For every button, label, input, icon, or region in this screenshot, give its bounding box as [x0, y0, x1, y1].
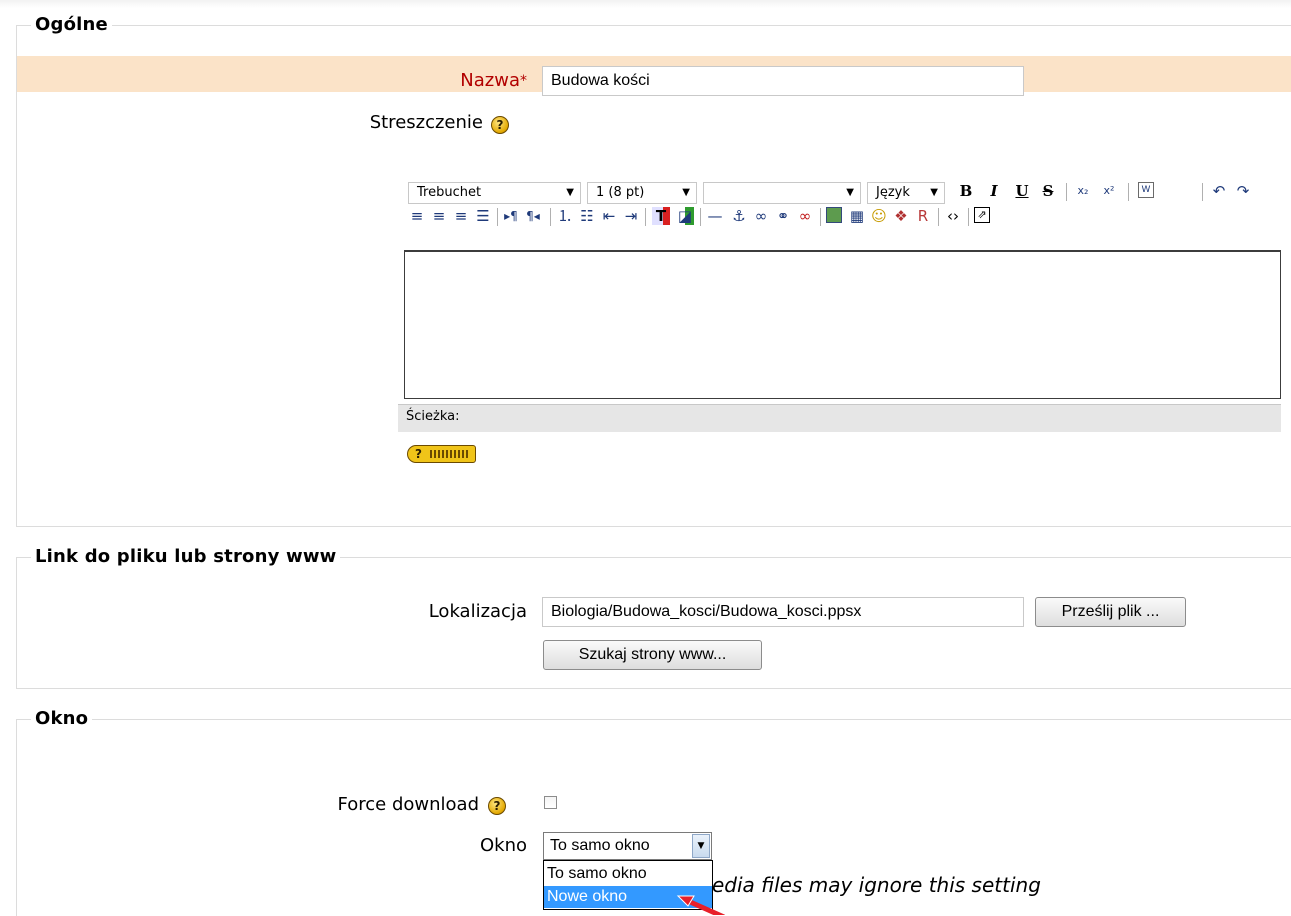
force-download-checkbox[interactable]	[544, 796, 557, 809]
top-shadow	[0, 0, 1291, 8]
window-note-text: edia files may ignore this setting	[712, 873, 1041, 897]
upload-file-button[interactable]: Prześlij plik ...	[1035, 597, 1186, 627]
chevron-down-icon: ▼	[846, 187, 854, 198]
link-legend: Link do pliku lub strony www	[31, 547, 341, 567]
ordered-list-icon[interactable]: ⒈	[556, 207, 574, 225]
table-icon[interactable]: ▦	[848, 207, 866, 225]
question-icon: ?	[415, 447, 422, 461]
keyboard-help-button[interactable]: ?	[407, 445, 476, 463]
summary-help-icon[interactable]: ?	[491, 116, 509, 134]
paste-word-icon[interactable]: W	[1138, 182, 1154, 198]
align-left-icon[interactable]: ≡	[408, 207, 426, 225]
align-center-icon[interactable]: ≡	[430, 207, 448, 225]
force-download-help-icon[interactable]: ?	[488, 797, 506, 815]
location-label: Lokalizacja	[428, 601, 527, 622]
force-download-label: Force download	[337, 794, 479, 815]
path-label: Ścieżka:	[406, 409, 460, 424]
search-web-button[interactable]: Szukaj strony www...	[543, 640, 762, 670]
search-replace-icon[interactable]: R	[914, 207, 932, 225]
chevron-down-icon: ▼	[566, 187, 574, 198]
unlink-icon[interactable]: ⚭	[774, 207, 792, 225]
window-label: Okno	[479, 835, 527, 856]
unordered-list-icon[interactable]: ☷	[578, 207, 596, 225]
location-input[interactable]: Biologia/Budowa_kosci/Budowa_kosci.ppsx	[542, 597, 1024, 627]
toolbar-separator	[497, 208, 498, 226]
anchor-icon[interactable]: ⚓	[730, 207, 748, 225]
redo-icon[interactable]: ↷	[1234, 182, 1252, 200]
summary-label: Streszczenie	[369, 112, 483, 133]
bold-button[interactable]: B	[956, 180, 976, 202]
toolbar-separator	[820, 208, 821, 226]
justify-icon[interactable]: ☰	[474, 207, 492, 225]
image-icon[interactable]	[826, 207, 842, 223]
language-select[interactable]: Język ▼	[867, 182, 945, 204]
option-same-window[interactable]: To samo okno	[544, 863, 712, 885]
html-source-icon[interactable]: ‹›	[944, 207, 962, 225]
indent-icon[interactable]: ⇥	[622, 207, 640, 225]
cursor-arrow-icon	[676, 893, 726, 915]
insert-char-icon[interactable]: ❖	[892, 207, 910, 225]
name-input[interactable]: Budowa kości	[542, 66, 1024, 96]
keyboard-icon	[430, 450, 470, 458]
toolbar-separator	[645, 208, 646, 226]
chevron-down-icon[interactable]: ▼	[692, 834, 710, 858]
ltr-icon[interactable]: ▸¶	[502, 207, 520, 225]
outdent-icon[interactable]: ⇤	[600, 207, 618, 225]
background-color-icon[interactable]: ◪	[676, 207, 694, 225]
link-icon[interactable]: ∞	[752, 207, 770, 225]
language-value: Język	[876, 185, 910, 200]
font-family-value: Trebuchet	[417, 185, 482, 200]
horizontal-rule-icon[interactable]: —	[706, 207, 724, 225]
underline-button[interactable]: U	[1012, 180, 1032, 202]
required-asterisk: *	[520, 73, 527, 89]
window-note: edia files may ignore this setting	[712, 872, 1041, 898]
name-label-text: Nazwa	[460, 70, 520, 91]
toolbar-separator	[700, 208, 701, 226]
editor-textarea[interactable]	[404, 250, 1281, 399]
font-size-value: 1 (8 pt)	[596, 185, 645, 200]
nolink-icon[interactable]: ∞	[796, 207, 814, 225]
undo-icon[interactable]: ↶	[1210, 182, 1228, 200]
rtl-icon[interactable]: ¶◂	[524, 207, 542, 225]
font-size-select[interactable]: 1 (8 pt) ▼	[587, 182, 697, 204]
subscript-icon[interactable]: x₂	[1074, 182, 1092, 200]
general-legend: Ogólne	[31, 15, 112, 35]
toolbar-separator	[968, 208, 969, 226]
strikethrough-button[interactable]: S	[1038, 180, 1058, 202]
window-select[interactable]: To samo okno ▼	[543, 832, 712, 860]
editor-status-bar: Ścieżka:	[398, 404, 1281, 432]
font-family-select[interactable]: Trebuchet ▼	[408, 182, 581, 204]
window-select-value: To samo okno	[550, 837, 650, 854]
fullscreen-icon[interactable]: ⇗	[974, 207, 990, 223]
window-legend: Okno	[31, 709, 93, 729]
smiley-icon[interactable]: ☺	[870, 207, 888, 225]
toolbar-separator	[1066, 183, 1067, 201]
toolbar-separator	[550, 208, 551, 226]
chevron-down-icon: ▼	[930, 187, 938, 198]
italic-button[interactable]: I	[984, 180, 1004, 202]
text-color-icon[interactable]: T	[652, 207, 670, 225]
superscript-icon[interactable]: x²	[1100, 182, 1118, 200]
toolbar-separator	[1202, 183, 1203, 201]
style-select[interactable]: ▼	[703, 182, 861, 204]
toolbar-separator	[1128, 183, 1129, 201]
name-label: Nazwa*	[300, 70, 527, 92]
toolbar-separator	[938, 208, 939, 226]
chevron-down-icon: ▼	[682, 187, 690, 198]
align-right-icon[interactable]: ≡	[452, 207, 470, 225]
